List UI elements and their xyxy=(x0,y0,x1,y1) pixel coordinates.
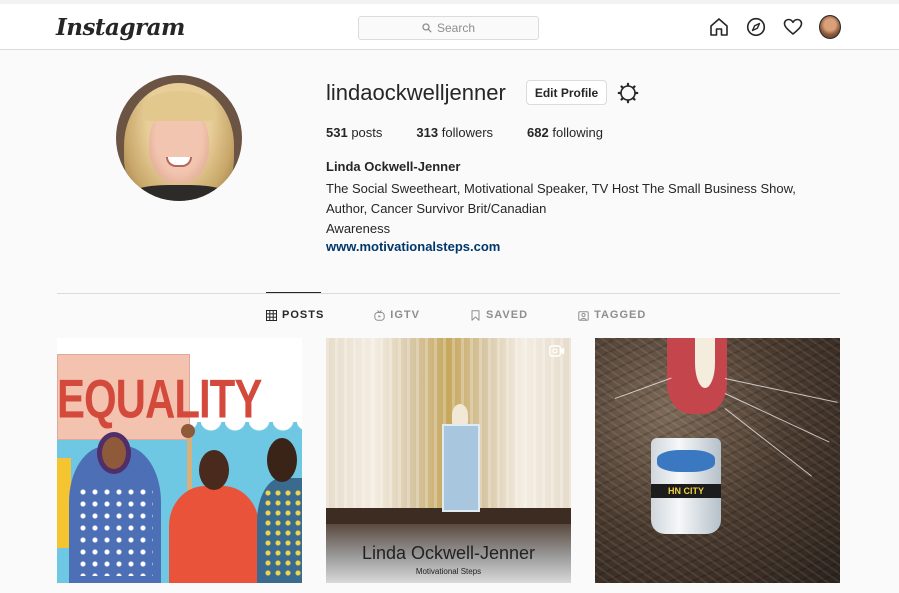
tab-label: TAGGED xyxy=(594,309,647,321)
posts-label: posts xyxy=(351,125,383,140)
posts-count: 531 xyxy=(326,125,348,140)
sign-pole xyxy=(187,430,192,490)
post-subcaption: Motivational Steps xyxy=(415,567,482,576)
igtv-icon xyxy=(374,309,385,321)
followers-label: followers xyxy=(441,125,494,140)
profile-bio: The Social Sweetheart, Motivational Spea… xyxy=(326,179,846,239)
profile-stats: 531 posts 313 followers 682 following xyxy=(326,125,637,140)
tab-posts[interactable]: POSTS xyxy=(266,309,324,321)
video-icon xyxy=(549,345,565,357)
explore-icon[interactable] xyxy=(745,16,767,38)
bio-line: The Social Sweetheart, Motivational Spea… xyxy=(326,181,796,196)
profile-username: lindaockwelljenner xyxy=(326,80,506,105)
post-thumbnail[interactable]: EQUALITY xyxy=(57,338,302,583)
speaker-figure xyxy=(452,404,468,426)
following-label: following xyxy=(552,125,603,140)
grid-icon xyxy=(266,309,277,321)
tab-saved[interactable]: SAVED xyxy=(470,309,528,321)
edit-profile-button[interactable]: Edit Profile xyxy=(526,80,607,105)
tab-label: SAVED xyxy=(485,309,529,321)
profile-avatar-button[interactable] xyxy=(819,15,841,39)
tag-person-icon xyxy=(578,310,589,321)
person-head xyxy=(267,438,297,482)
tabs-divider xyxy=(57,293,840,294)
heart-icon[interactable] xyxy=(782,16,804,38)
illustrated-person xyxy=(69,432,161,583)
cup-logo xyxy=(657,450,715,472)
post-thumbnail[interactable]: Linda Ockwell-Jenner Motivational Steps xyxy=(326,338,571,583)
instagram-logo[interactable]: Instagram xyxy=(56,14,185,41)
raised-hand xyxy=(181,424,195,438)
person-head xyxy=(97,432,131,474)
bookmark-icon xyxy=(471,309,480,321)
tab-label: IGTV xyxy=(390,309,420,321)
cup-text: HN CITY xyxy=(651,484,721,498)
person-head xyxy=(199,450,229,490)
following-stat[interactable]: 682 following xyxy=(527,125,603,140)
post-overlay-text: EQUALITY xyxy=(57,368,262,430)
post-caption: Linda Ockwell-Jenner xyxy=(361,543,536,563)
avatar-shirt xyxy=(126,185,232,201)
tab-tagged[interactable]: TAGGED xyxy=(578,309,646,321)
profile-picture[interactable] xyxy=(116,75,242,201)
shot-glass: HN CITY xyxy=(651,438,721,534)
followers-count: 313 xyxy=(416,125,439,140)
tab-igtv[interactable]: IGTV xyxy=(374,309,420,321)
avatar xyxy=(819,15,841,39)
search-placeholder: Search xyxy=(436,21,476,35)
profile-website-link[interactable]: www.motivationalsteps.com xyxy=(326,239,500,254)
active-tab-indicator xyxy=(266,292,321,293)
cat-tooth xyxy=(695,338,715,388)
profile-full-name: Linda Ockwell-Jenner xyxy=(326,159,461,174)
following-count: 682 xyxy=(527,125,549,140)
search-input[interactable]: Search xyxy=(358,16,539,40)
bio-line: Awareness xyxy=(326,221,391,236)
profile-tabs: POSTS IGTV SAVED TAGGED xyxy=(266,309,646,321)
home-icon[interactable] xyxy=(708,16,730,38)
podium xyxy=(442,424,480,512)
top-nav: Instagram Search xyxy=(0,0,899,50)
nav-icons xyxy=(708,15,841,39)
tab-label: POSTS xyxy=(282,309,325,321)
settings-gear-icon[interactable] xyxy=(617,82,639,104)
illustrated-person xyxy=(257,438,302,583)
posts-stat: 531 posts xyxy=(326,125,382,140)
post-thumbnail[interactable]: HN CITY xyxy=(595,338,840,583)
search-icon xyxy=(422,23,432,33)
illustrated-person xyxy=(169,450,259,583)
bio-line: Author, Cancer Survivor Brit/Canadian xyxy=(326,201,547,216)
followers-stat[interactable]: 313 followers xyxy=(416,125,493,140)
avatar-fringe xyxy=(144,91,214,121)
